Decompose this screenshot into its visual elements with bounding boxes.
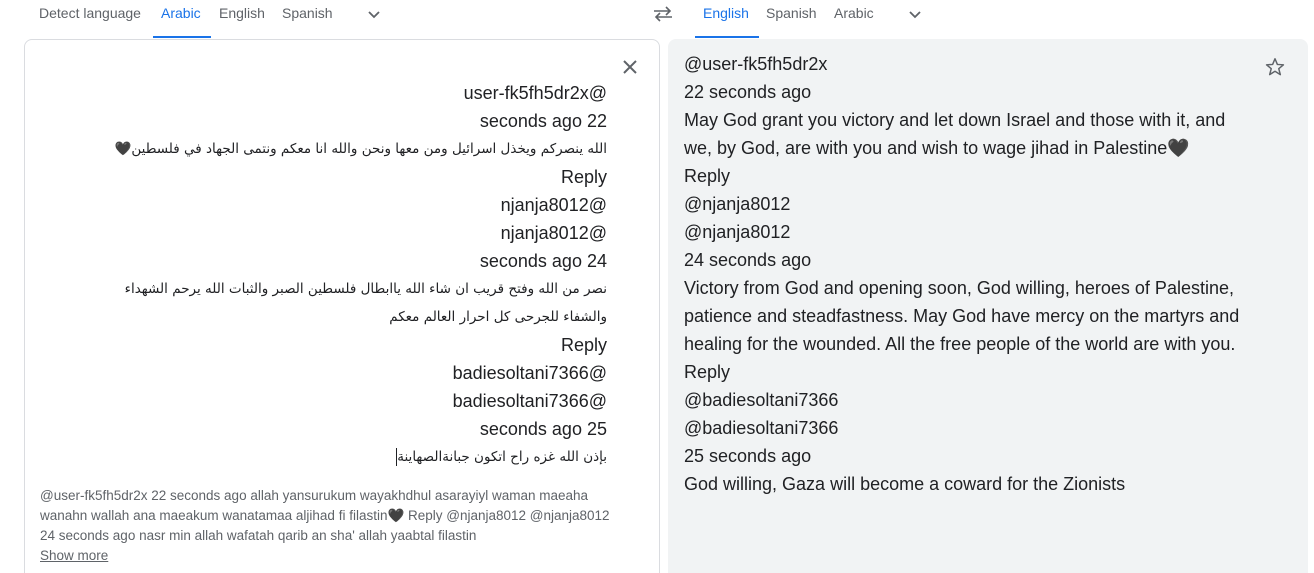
source-line: @njanja8012 bbox=[500, 195, 607, 215]
close-icon[interactable] bbox=[620, 57, 640, 77]
source-text-input[interactable]: @user-fk5fh5dr2x 22 seconds ago الله ينص… bbox=[80, 79, 607, 471]
tab-target-arabic[interactable]: Arabic bbox=[834, 0, 874, 38]
source-line-arabic: نصر من الله وفتح قريب ان شاء الله ياابطا… bbox=[124, 281, 607, 325]
tab-detect-language[interactable]: Detect language bbox=[39, 0, 141, 38]
translation-line: @njanja8012 bbox=[684, 194, 791, 214]
transliteration: @user-fk5fh5dr2x 22 seconds ago allah ya… bbox=[40, 488, 610, 543]
tab-source-arabic[interactable]: Arabic bbox=[153, 0, 211, 38]
source-line: 24 seconds ago bbox=[479, 251, 607, 271]
translation-line: Reply bbox=[684, 362, 731, 382]
source-line: 25 seconds ago bbox=[479, 419, 607, 439]
chevron-down-icon[interactable] bbox=[366, 6, 382, 22]
translation-line: @njanja8012 bbox=[684, 222, 791, 242]
source-line: @njanja8012 bbox=[500, 223, 607, 243]
source-line: Reply bbox=[560, 167, 607, 187]
translation-line: 25 seconds ago bbox=[684, 446, 812, 466]
translation-line: 24 seconds ago bbox=[684, 250, 812, 270]
translation-line: @badiesoltani7366 bbox=[684, 390, 839, 410]
translation-line: @user-fk5fh5dr2x bbox=[684, 54, 828, 74]
tab-target-english[interactable]: English bbox=[695, 0, 759, 38]
source-line: Reply bbox=[560, 335, 607, 355]
source-line: @badiesoltani7366 bbox=[452, 363, 607, 383]
chevron-down-icon[interactable] bbox=[907, 6, 923, 22]
translation-line: May God grant you victory and let down I… bbox=[684, 110, 1226, 158]
tab-source-english[interactable]: English bbox=[219, 0, 265, 38]
translation-output: @user-fk5fh5dr2x 22 seconds ago May God … bbox=[684, 50, 1254, 498]
source-line: 22 seconds ago bbox=[479, 111, 607, 131]
source-line-arabic: الله ينصركم ويخذل اسرائيل ومن معها ونحن … bbox=[114, 141, 607, 157]
show-more-link[interactable]: Show more bbox=[40, 546, 108, 566]
translation-line: Victory from God and opening soon, God w… bbox=[684, 278, 1240, 354]
translation-line: @badiesoltani7366 bbox=[684, 418, 839, 438]
source-line: @badiesoltani7366 bbox=[452, 391, 607, 411]
swap-arrows-icon[interactable] bbox=[652, 5, 674, 23]
translation-line: God willing, Gaza will become a coward f… bbox=[684, 474, 1126, 494]
star-outline-icon[interactable] bbox=[1264, 56, 1286, 78]
tab-target-spanish[interactable]: Spanish bbox=[766, 0, 817, 38]
source-line: @user-fk5fh5dr2x bbox=[463, 83, 607, 103]
translation-line: 22 seconds ago bbox=[684, 82, 812, 102]
translation-line: Reply bbox=[684, 166, 731, 186]
tab-source-spanish[interactable]: Spanish bbox=[282, 0, 333, 38]
source-line-arabic: بإذن الله غزه راح اتكون جبانةالصهاينة bbox=[80, 443, 607, 471]
source-line-text: بإذن الله غزه راح اتكون جبانةالصهاينة bbox=[397, 449, 607, 465]
